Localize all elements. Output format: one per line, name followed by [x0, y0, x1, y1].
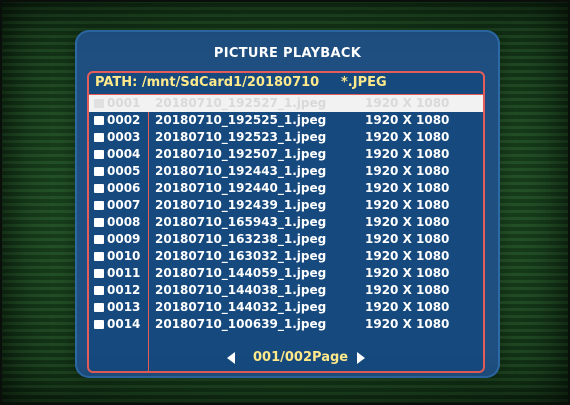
- path-header: PATH: /mnt/SdCard1/20180710 *.JPEG: [89, 73, 483, 93]
- next-page-icon[interactable]: [357, 352, 365, 364]
- file-row[interactable]: 0007 20180710_192439_1.jpeg 1920 X 1080: [89, 197, 483, 214]
- file-resolution: 1920 X 1080: [365, 164, 450, 178]
- file-resolution: 1920 X 1080: [365, 181, 450, 195]
- file-resolution: 1920 X 1080: [365, 147, 450, 161]
- file-checkbox-icon[interactable]: [94, 184, 104, 193]
- file-index: 0003: [107, 130, 141, 144]
- file-name: 20180710_165943_1.jpeg: [155, 215, 327, 229]
- file-type-filter: *.JPEG: [341, 75, 387, 90]
- file-name: 20180710_192527_1.jpeg: [155, 96, 327, 110]
- file-row[interactable]: 0005 20180710_192443_1.jpeg 1920 X 1080: [89, 163, 483, 180]
- file-checkbox-icon[interactable]: [94, 303, 104, 312]
- file-row[interactable]: 0013 20180710_144032_1.jpeg 1920 X 1080: [89, 299, 483, 316]
- file-index: 0004: [107, 147, 141, 161]
- file-name: 20180710_100639_1.jpeg: [155, 317, 327, 331]
- file-index: 0001: [107, 96, 141, 110]
- file-index: 0005: [107, 164, 141, 178]
- page-indicator: 001/002Page: [253, 350, 349, 365]
- file-checkbox-icon[interactable]: [94, 99, 104, 108]
- file-row[interactable]: 0004 20180710_192507_1.jpeg 1920 X 1080: [89, 146, 483, 163]
- file-name: 20180710_192443_1.jpeg: [155, 164, 327, 178]
- file-name: 20180710_192523_1.jpeg: [155, 130, 327, 144]
- file-index: 0014: [107, 317, 141, 331]
- file-name: 20180710_192507_1.jpeg: [155, 147, 327, 161]
- file-checkbox-icon[interactable]: [94, 320, 104, 329]
- file-resolution: 1920 X 1080: [365, 249, 450, 263]
- file-row[interactable]: 0012 20180710_144038_1.jpeg 1920 X 1080: [89, 282, 483, 299]
- file-checkbox-icon[interactable]: [94, 167, 104, 176]
- file-row[interactable]: 0014 20180710_100639_1.jpeg 1920 X 1080: [89, 316, 483, 333]
- file-row[interactable]: 0003 20180710_192523_1.jpeg 1920 X 1080: [89, 129, 483, 146]
- file-name: 20180710_192439_1.jpeg: [155, 198, 327, 212]
- file-checkbox-icon[interactable]: [94, 116, 104, 125]
- file-rows: 0001 20180710_192527_1.jpeg 1920 X 1080 000…: [89, 95, 483, 333]
- file-checkbox-icon[interactable]: [94, 201, 104, 210]
- file-resolution: 1920 X 1080: [365, 283, 450, 297]
- file-name: 20180710_144038_1.jpeg: [155, 283, 327, 297]
- file-checkbox-icon[interactable]: [94, 150, 104, 159]
- file-resolution: 1920 X 1080: [365, 198, 450, 212]
- file-name: 20180710_192525_1.jpeg: [155, 113, 327, 127]
- file-name: 20180710_144032_1.jpeg: [155, 300, 327, 314]
- file-name: 20180710_163032_1.jpeg: [155, 249, 327, 263]
- file-index: 0012: [107, 283, 141, 297]
- file-resolution: 1920 X 1080: [365, 96, 450, 110]
- dialog-title: PICTURE PLAYBACK: [213, 46, 362, 61]
- file-index: 0013: [107, 300, 141, 314]
- file-checkbox-icon[interactable]: [94, 133, 104, 142]
- file-resolution: 1920 X 1080: [365, 232, 450, 246]
- path-label: PATH: /mnt/SdCard1/20180710: [95, 75, 320, 90]
- file-resolution: 1920 X 1080: [365, 215, 450, 229]
- file-resolution: 1920 X 1080: [365, 130, 450, 144]
- file-row[interactable]: 0002 20180710_192525_1.jpeg 1920 X 1080: [89, 112, 483, 129]
- file-row[interactable]: 0001 20180710_192527_1.jpeg 1920 X 1080: [89, 95, 483, 112]
- file-list-box: PATH: /mnt/SdCard1/20180710 *.JPEG 0001 2…: [87, 71, 485, 373]
- file-resolution: 1920 X 1080: [365, 300, 450, 314]
- file-checkbox-icon[interactable]: [94, 269, 104, 278]
- file-row[interactable]: 0010 20180710_163032_1.jpeg 1920 X 1080: [89, 248, 483, 265]
- pager: 001/002Page: [75, 349, 500, 369]
- file-name: 20180710_192440_1.jpeg: [155, 181, 327, 195]
- file-name: 20180710_163238_1.jpeg: [155, 232, 327, 246]
- file-index: 0006: [107, 181, 141, 195]
- file-resolution: 1920 X 1080: [365, 113, 450, 127]
- file-checkbox-icon[interactable]: [94, 218, 104, 227]
- file-resolution: 1920 X 1080: [365, 317, 450, 331]
- file-checkbox-icon[interactable]: [94, 252, 104, 261]
- file-checkbox-icon[interactable]: [94, 235, 104, 244]
- file-index: 0008: [107, 215, 141, 229]
- file-index: 0009: [107, 232, 141, 246]
- file-index: 0002: [107, 113, 141, 127]
- file-checkbox-icon[interactable]: [94, 286, 104, 295]
- file-index: 0010: [107, 249, 141, 263]
- file-row[interactable]: 0011 20180710_144059_1.jpeg 1920 X 1080: [89, 265, 483, 282]
- file-row[interactable]: 0008 20180710_165943_1.jpeg 1920 X 1080: [89, 214, 483, 231]
- file-index: 0007: [107, 198, 141, 212]
- file-index: 0011: [107, 266, 141, 280]
- file-row[interactable]: 0006 20180710_192440_1.jpeg 1920 X 1080: [89, 180, 483, 197]
- prev-page-icon[interactable]: [227, 352, 235, 364]
- picture-playback-dialog: PICTURE PLAYBACK PATH: /mnt/SdCard1/2018…: [75, 30, 500, 378]
- file-name: 20180710_144059_1.jpeg: [155, 266, 327, 280]
- file-row[interactable]: 0009 20180710_163238_1.jpeg 1920 X 1080: [89, 231, 483, 248]
- file-resolution: 1920 X 1080: [365, 266, 450, 280]
